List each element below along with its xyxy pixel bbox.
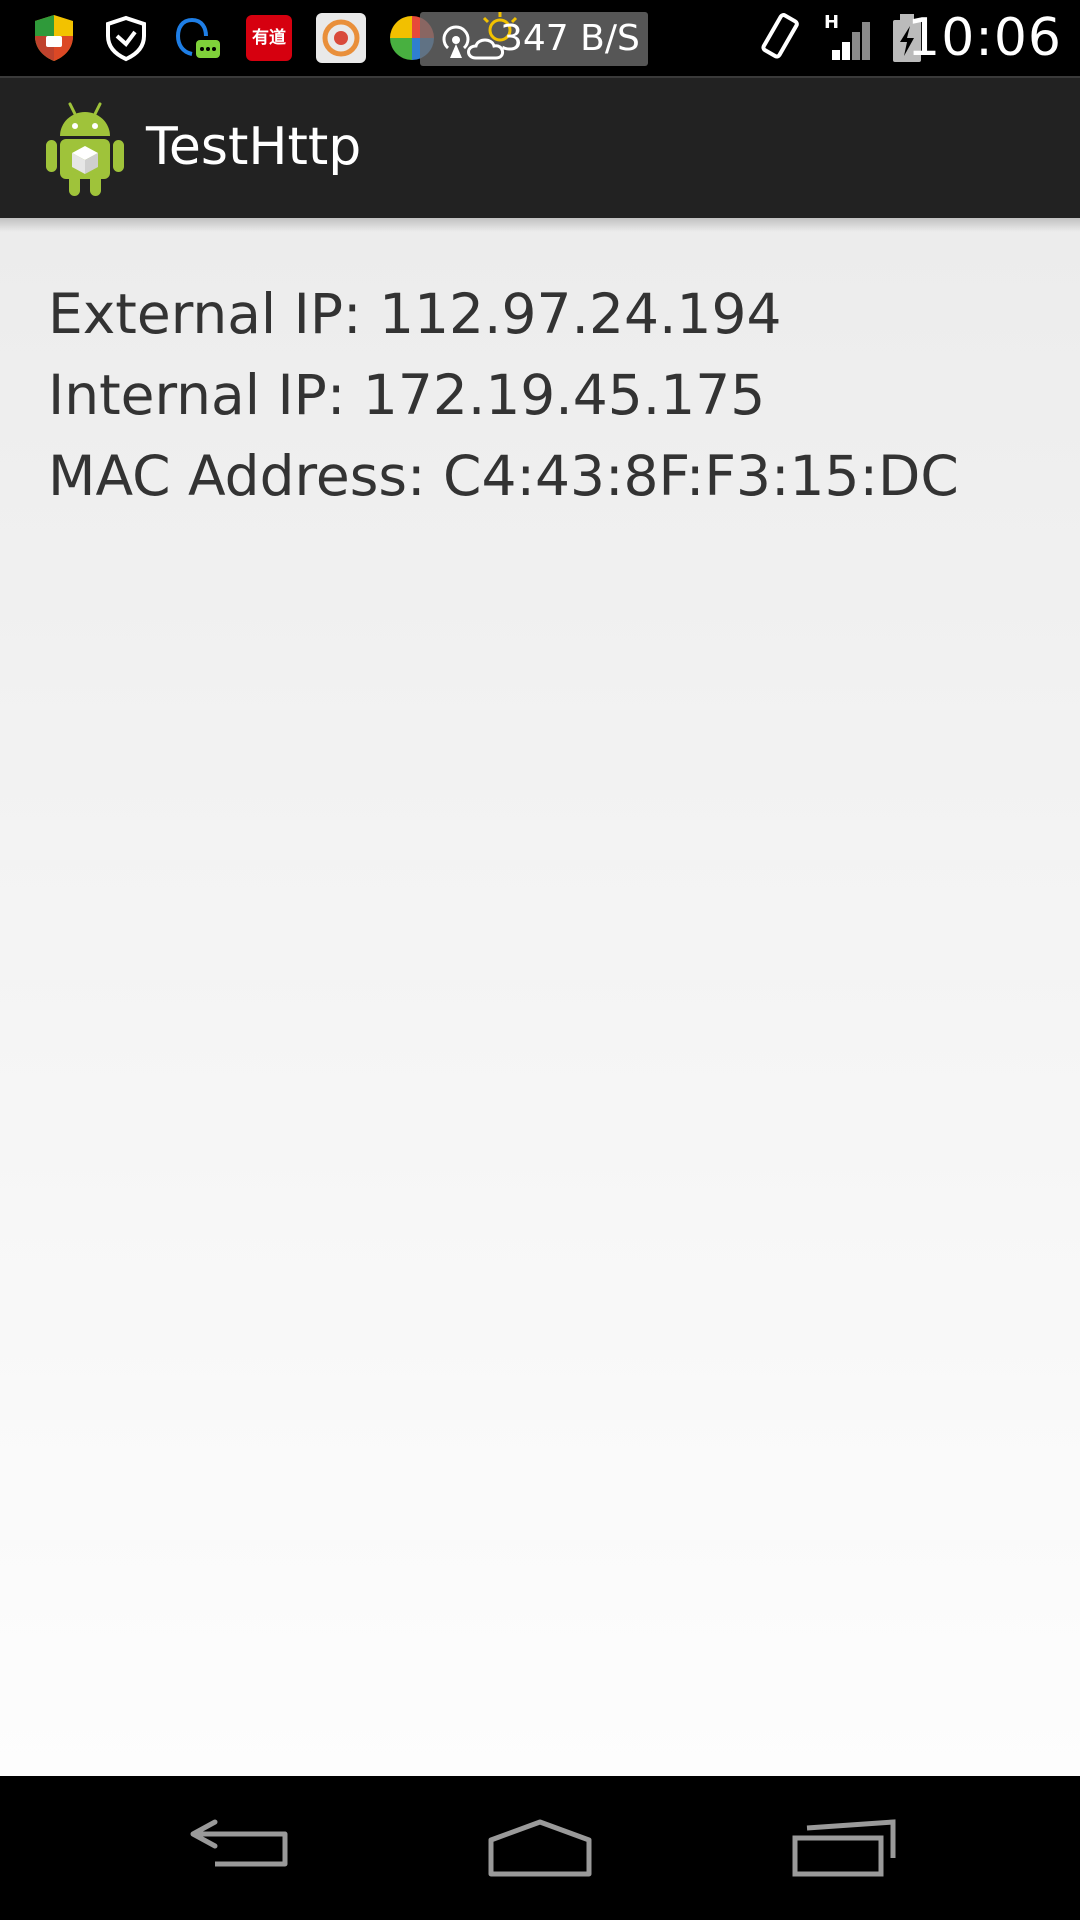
signal-icon: H	[824, 12, 870, 60]
network-info: External IP: 112.97.24.194 Internal IP: …	[48, 274, 959, 517]
back-icon	[190, 1819, 288, 1867]
action-bar: TestHttp	[0, 76, 1080, 218]
back-button[interactable]	[160, 1798, 320, 1898]
navigation-bar	[0, 1776, 1080, 1920]
network-type: H	[824, 12, 839, 33]
status-bar: 有道 347 B/S H 10:06	[0, 0, 1080, 76]
vpn-shield-icon	[106, 15, 146, 62]
app-title: TestHttp	[146, 117, 362, 177]
external-ip-text: External IP: 112.97.24.194	[48, 282, 782, 346]
net-speed: 347 B/S	[500, 18, 640, 59]
android-robot-icon[interactable]	[40, 98, 130, 198]
app-badge-icon	[316, 13, 366, 63]
rotate-icon	[761, 13, 799, 59]
shield-icon	[35, 15, 73, 61]
internal-ip-text: Internal IP: 172.19.45.175	[48, 363, 766, 427]
qq-chat-icon	[175, 18, 220, 58]
home-button[interactable]	[460, 1798, 620, 1898]
mac-address-text: MAC Address: C4:43:8F:F3:15:DC	[48, 444, 959, 508]
phone-screen: 有道 347 B/S H 10:06 TestHttp External IP:…	[0, 0, 1080, 1920]
main-content: External IP: 112.97.24.194 Internal IP: …	[0, 218, 1080, 1776]
recents-icon	[792, 1819, 896, 1877]
recents-button[interactable]	[764, 1798, 924, 1898]
status-clock: 10:06	[907, 8, 1062, 68]
youdao-icon: 有道	[246, 15, 292, 61]
home-icon	[488, 1819, 592, 1877]
